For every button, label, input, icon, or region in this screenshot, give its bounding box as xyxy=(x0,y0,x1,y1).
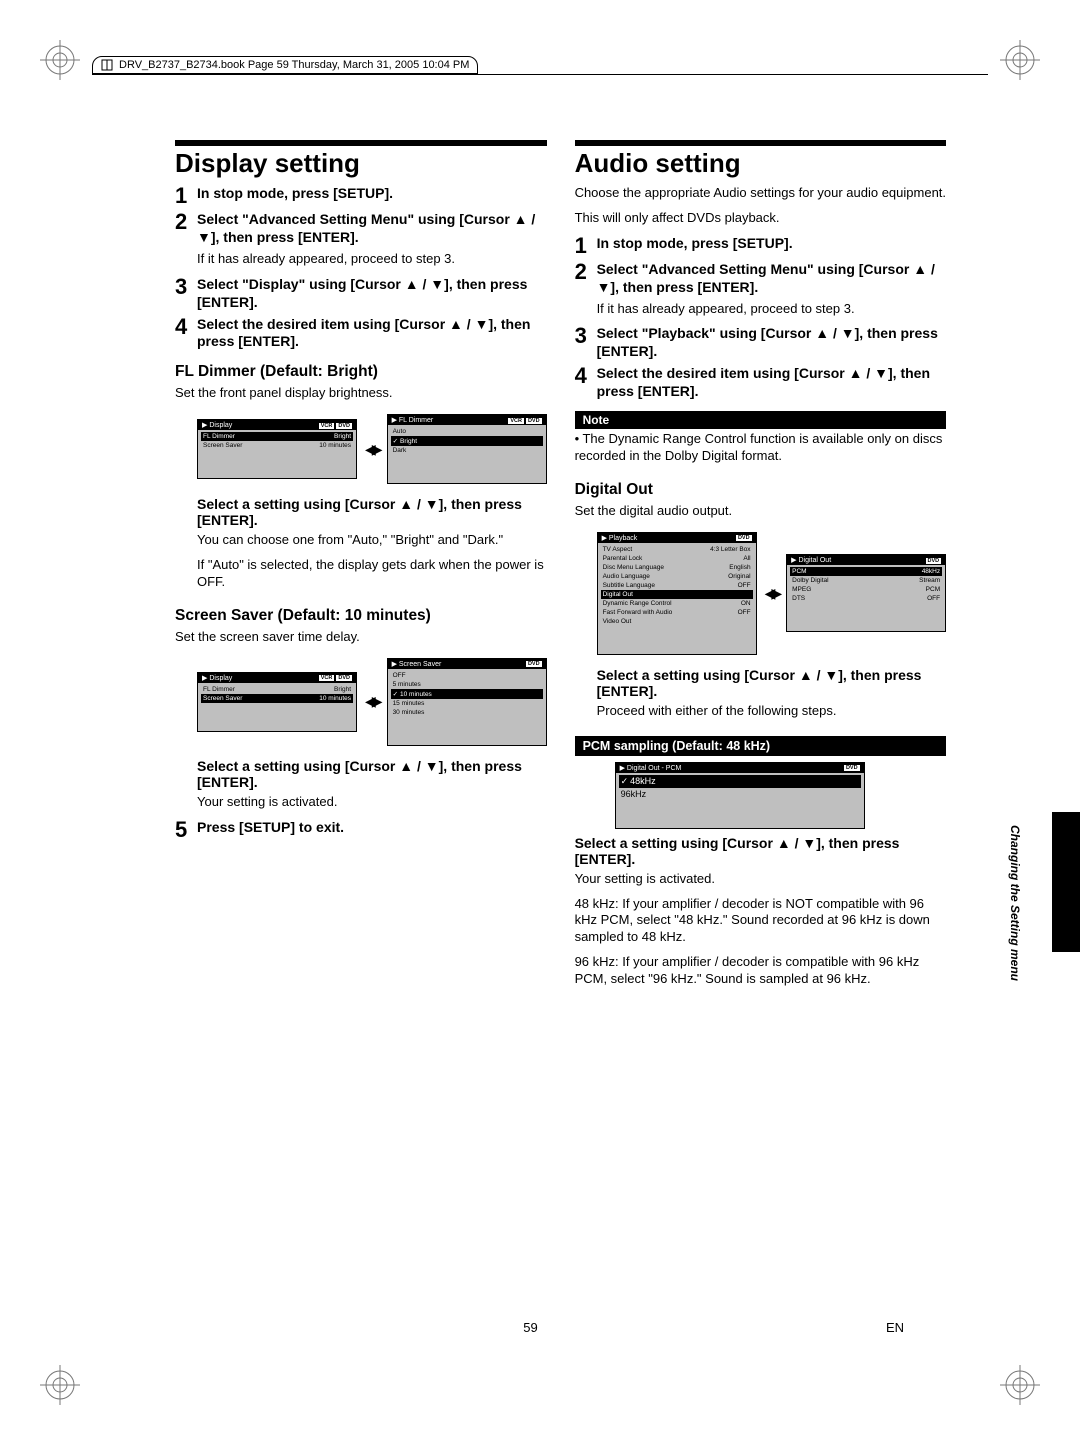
reg-mark-bl xyxy=(40,1365,80,1405)
reg-mark-tr xyxy=(1000,40,1040,80)
osd-fl: ▶ FL DimmerVCRDVDAutoBrightDark xyxy=(387,414,547,484)
reg-mark-tl xyxy=(40,40,80,80)
r-intro1: Choose the appropriate Audio settings fo… xyxy=(575,185,947,202)
osd-playback: ▶ PlaybackDVDTV Aspect4:3 Letter BoxPare… xyxy=(597,532,757,655)
reg-mark-br xyxy=(1000,1365,1040,1405)
sel-head-2: Select a setting using [Cursor ▲ / ▼], t… xyxy=(197,758,547,790)
r-step1: In stop mode, press [SETUP]. xyxy=(597,235,793,257)
l-step1: In stop mode, press [SETUP]. xyxy=(197,185,393,207)
l-step2-note: If it has already appeared, proceed to s… xyxy=(197,251,547,268)
sel-head-r1: Select a setting using [Cursor ▲ / ▼], t… xyxy=(597,667,947,699)
r-step2: Select "Advanced Setting Menu" using [Cu… xyxy=(597,261,947,297)
heading-audio: Audio setting xyxy=(575,148,947,179)
note-body: • The Dynamic Range Control function is … xyxy=(575,431,947,465)
osd-display-2: ▶ DisplayVCRDVDFL DimmerBrightScreen Sav… xyxy=(197,672,357,732)
khz96: 96 kHz: If your amplifier / decoder is c… xyxy=(575,954,947,988)
pcm-bar: PCM sampling (Default: 48 kHz) xyxy=(575,736,947,756)
r-intro2: This will only affect DVDs playback. xyxy=(575,210,947,227)
footer: 59 EN xyxy=(175,1320,904,1335)
r-step4: Select the desired item using [Cursor ▲ … xyxy=(597,365,947,401)
khz48: 48 kHz: If your amplifier / decoder is N… xyxy=(575,896,947,947)
l-step4: Select the desired item using [Cursor ▲ … xyxy=(197,316,547,352)
sel-body-1b: If "Auto" is selected, the display gets … xyxy=(197,557,547,591)
arrows-icon xyxy=(365,441,379,458)
heading-display: Display setting xyxy=(175,148,547,179)
arrows-icon xyxy=(765,585,779,602)
digital-head: Digital Out xyxy=(575,481,947,499)
sel-head-r2: Select a setting using [Cursor ▲ / ▼], t… xyxy=(575,835,947,867)
digital-body: Set the digital audio output. xyxy=(575,503,947,520)
sel-body-1a: You can choose one from "Auto," "Bright"… xyxy=(197,532,547,549)
sel-body-2: Your setting is activated. xyxy=(197,794,547,811)
page-number: 59 xyxy=(175,1320,886,1335)
r-step3: Select "Playback" using [Cursor ▲ / ▼], … xyxy=(597,325,947,361)
ss-head: Screen Saver (Default: 10 minutes) xyxy=(175,607,547,625)
l-step5: Press [SETUP] to exit. xyxy=(197,819,344,841)
osd-pcm: ▶ Digital Out - PCMDVD48kHz96kHz xyxy=(615,762,865,829)
osd-ss: ▶ Screen SaverDVDOFF5 minutes10 minutes1… xyxy=(387,658,547,746)
side-label: Changing the Setting menu xyxy=(1008,825,1022,981)
osd-digital: ▶ Digital OutDVDPCM48kHzDolby DigitalStr… xyxy=(786,554,946,632)
osd-display: ▶ DisplayVCRDVDFL DimmerBrightScreen Sav… xyxy=(197,419,357,479)
lang-code: EN xyxy=(886,1320,904,1335)
book-icon xyxy=(101,59,113,71)
header-rule xyxy=(92,74,988,75)
sel-body-r1: Proceed with either of the following ste… xyxy=(597,703,947,720)
sel-head-1: Select a setting using [Cursor ▲ / ▼], t… xyxy=(197,496,547,528)
header-bookline-wrap: DRV_B2737_B2734.book Page 59 Thursday, M… xyxy=(92,56,988,74)
ss-body: Set the screen saver time delay. xyxy=(175,629,547,646)
header-bookline: DRV_B2737_B2734.book Page 59 Thursday, M… xyxy=(119,59,469,71)
note-label: Note xyxy=(575,411,947,429)
heading-bar xyxy=(175,140,547,146)
heading-bar xyxy=(575,140,947,146)
col-display: Display setting 1In stop mode, press [SE… xyxy=(175,140,547,1285)
l-step2: Select "Advanced Setting Menu" using [Cu… xyxy=(197,211,547,247)
fl-body: Set the front panel display brightness. xyxy=(175,385,547,402)
fl-head: FL Dimmer (Default: Bright) xyxy=(175,363,547,381)
arrows-icon xyxy=(365,693,379,710)
col-audio: Audio setting Choose the appropriate Aud… xyxy=(575,140,947,1285)
l-step3: Select "Display" using [Cursor ▲ / ▼], t… xyxy=(197,276,547,312)
sel-body-r2: Your setting is activated. xyxy=(575,871,947,888)
section-tab xyxy=(1052,812,1080,952)
r-step2-note: If it has already appeared, proceed to s… xyxy=(597,301,947,318)
